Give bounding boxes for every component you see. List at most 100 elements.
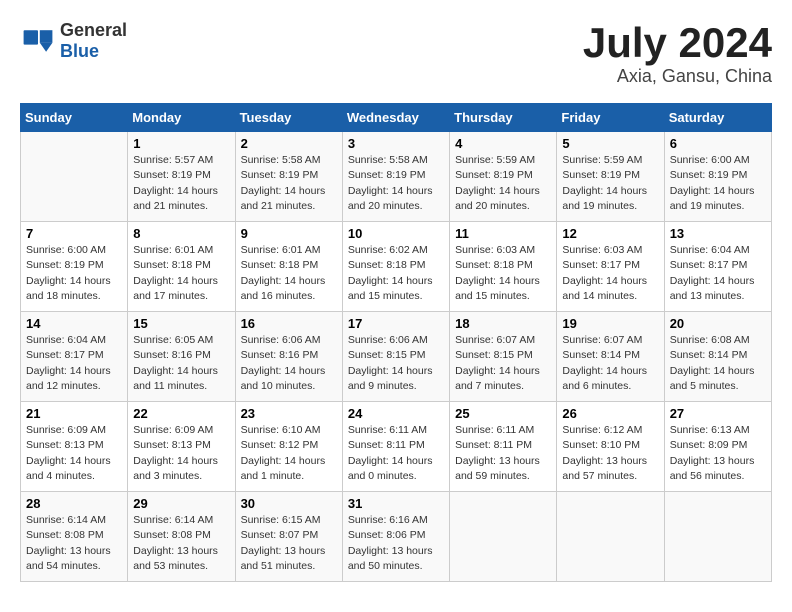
calendar-cell: 19 Sunrise: 6:07 AM Sunset: 8:14 PM Dayli… xyxy=(557,312,664,402)
day-number: 11 xyxy=(455,226,551,241)
day-number: 12 xyxy=(562,226,658,241)
logo: General Blue xyxy=(20,20,127,62)
calendar-cell xyxy=(450,492,557,582)
day-info: Sunrise: 5:59 AM Sunset: 8:19 PM Dayligh… xyxy=(562,153,658,214)
day-info: Sunrise: 6:10 AM Sunset: 8:12 PM Dayligh… xyxy=(241,423,337,484)
day-info: Sunrise: 5:57 AM Sunset: 8:19 PM Dayligh… xyxy=(133,153,229,214)
col-header-monday: Monday xyxy=(128,104,235,132)
calendar-cell: 27Sunrise: 6:13 AM Sunset: 8:09 PM Dayli… xyxy=(664,402,771,492)
day-number: 30 xyxy=(241,496,337,511)
calendar-cell: 10 Sunrise: 6:02 AM Sunset: 8:18 PM Dayli… xyxy=(342,222,449,312)
day-info: Sunrise: 6:06 AM Sunset: 8:16 PM Dayligh… xyxy=(241,333,337,394)
calendar-week-3: 14Sunrise: 6:04 AM Sunset: 8:17 PM Dayli… xyxy=(21,312,772,402)
calendar-table: SundayMondayTuesdayWednesdayThursdayFrid… xyxy=(20,103,772,582)
logo-text: General Blue xyxy=(60,20,127,62)
day-info: Sunrise: 6:07 AM Sunset: 8:15 PM Dayligh… xyxy=(455,333,551,394)
day-info: Sunrise: 6:01 AM Sunset: 8:18 PM Dayligh… xyxy=(133,243,229,304)
day-info: Sunrise: 6:11 AM Sunset: 8:11 PM Dayligh… xyxy=(455,423,551,484)
logo-icon xyxy=(20,23,56,59)
day-number: 29 xyxy=(133,496,229,511)
calendar-cell: 9Sunrise: 6:01 AM Sunset: 8:18 PM Daylig… xyxy=(235,222,342,312)
calendar-cell: 3 Sunrise: 5:58 AM Sunset: 8:19 PM Daylig… xyxy=(342,132,449,222)
day-info: Sunrise: 6:00 AM Sunset: 8:19 PM Dayligh… xyxy=(670,153,766,214)
calendar-cell: 7 Sunrise: 6:00 AM Sunset: 8:19 PM Daylig… xyxy=(21,222,128,312)
calendar-week-2: 7 Sunrise: 6:00 AM Sunset: 8:19 PM Daylig… xyxy=(21,222,772,312)
day-number: 31 xyxy=(348,496,444,511)
day-number: 9 xyxy=(241,226,337,241)
day-number: 7 xyxy=(26,226,122,241)
calendar-cell: 1 Sunrise: 5:57 AM Sunset: 8:19 PM Daylig… xyxy=(128,132,235,222)
calendar-cell xyxy=(557,492,664,582)
day-number: 22 xyxy=(133,406,229,421)
calendar-title: July 2024 xyxy=(583,20,772,66)
calendar-cell: 11 Sunrise: 6:03 AM Sunset: 8:18 PM Dayli… xyxy=(450,222,557,312)
day-info: Sunrise: 5:59 AM Sunset: 8:19 PM Dayligh… xyxy=(455,153,551,214)
day-number: 20 xyxy=(670,316,766,331)
logo-general-text: General xyxy=(60,20,127,41)
calendar-cell: 18 Sunrise: 6:07 AM Sunset: 8:15 PM Dayli… xyxy=(450,312,557,402)
col-header-thursday: Thursday xyxy=(450,104,557,132)
day-info: Sunrise: 6:12 AM Sunset: 8:10 PM Dayligh… xyxy=(562,423,658,484)
day-info: Sunrise: 5:58 AM Sunset: 8:19 PM Dayligh… xyxy=(348,153,444,214)
day-number: 18 xyxy=(455,316,551,331)
day-info: Sunrise: 6:00 AM Sunset: 8:19 PM Dayligh… xyxy=(26,243,122,304)
col-header-saturday: Saturday xyxy=(664,104,771,132)
day-info: Sunrise: 6:03 AM Sunset: 8:18 PM Dayligh… xyxy=(455,243,551,304)
day-number: 19 xyxy=(562,316,658,331)
logo-blue-text: Blue xyxy=(60,41,127,62)
calendar-cell: 5 Sunrise: 5:59 AM Sunset: 8:19 PM Daylig… xyxy=(557,132,664,222)
day-number: 16 xyxy=(241,316,337,331)
day-info: Sunrise: 6:02 AM Sunset: 8:18 PM Dayligh… xyxy=(348,243,444,304)
day-number: 17 xyxy=(348,316,444,331)
col-header-sunday: Sunday xyxy=(21,104,128,132)
day-number: 10 xyxy=(348,226,444,241)
header: General Blue July 2024 Axia, Gansu, Chin… xyxy=(20,20,772,87)
calendar-cell: 29 Sunrise: 6:14 AM Sunset: 8:08 PM Dayli… xyxy=(128,492,235,582)
day-info: Sunrise: 6:08 AM Sunset: 8:14 PM Dayligh… xyxy=(670,333,766,394)
day-number: 28 xyxy=(26,496,122,511)
calendar-week-1: 1 Sunrise: 5:57 AM Sunset: 8:19 PM Daylig… xyxy=(21,132,772,222)
day-info: Sunrise: 6:09 AM Sunset: 8:13 PM Dayligh… xyxy=(26,423,122,484)
calendar-cell: 26Sunrise: 6:12 AM Sunset: 8:10 PM Dayli… xyxy=(557,402,664,492)
calendar-cell: 28Sunrise: 6:14 AM Sunset: 8:08 PM Dayli… xyxy=(21,492,128,582)
day-info: Sunrise: 6:15 AM Sunset: 8:07 PM Dayligh… xyxy=(241,513,337,574)
day-number: 15 xyxy=(133,316,229,331)
day-number: 27 xyxy=(670,406,766,421)
day-number: 5 xyxy=(562,136,658,151)
day-number: 3 xyxy=(348,136,444,151)
calendar-cell: 21 Sunrise: 6:09 AM Sunset: 8:13 PM Dayli… xyxy=(21,402,128,492)
calendar-cell: 16 Sunrise: 6:06 AM Sunset: 8:16 PM Dayli… xyxy=(235,312,342,402)
calendar-cell: 15 Sunrise: 6:05 AM Sunset: 8:16 PM Dayli… xyxy=(128,312,235,402)
calendar-cell: 8 Sunrise: 6:01 AM Sunset: 8:18 PM Daylig… xyxy=(128,222,235,312)
calendar-cell: 25 Sunrise: 6:11 AM Sunset: 8:11 PM Dayli… xyxy=(450,402,557,492)
day-number: 1 xyxy=(133,136,229,151)
col-header-tuesday: Tuesday xyxy=(235,104,342,132)
calendar-header-row: SundayMondayTuesdayWednesdayThursdayFrid… xyxy=(21,104,772,132)
day-info: Sunrise: 6:11 AM Sunset: 8:11 PM Dayligh… xyxy=(348,423,444,484)
day-number: 13 xyxy=(670,226,766,241)
day-number: 2 xyxy=(241,136,337,151)
day-info: Sunrise: 6:05 AM Sunset: 8:16 PM Dayligh… xyxy=(133,333,229,394)
day-info: Sunrise: 6:04 AM Sunset: 8:17 PM Dayligh… xyxy=(26,333,122,394)
calendar-cell: 20 Sunrise: 6:08 AM Sunset: 8:14 PM Dayli… xyxy=(664,312,771,402)
day-info: Sunrise: 6:07 AM Sunset: 8:14 PM Dayligh… xyxy=(562,333,658,394)
day-info: Sunrise: 6:16 AM Sunset: 8:06 PM Dayligh… xyxy=(348,513,444,574)
calendar-cell: 13Sunrise: 6:04 AM Sunset: 8:17 PM Dayli… xyxy=(664,222,771,312)
day-number: 23 xyxy=(241,406,337,421)
col-header-wednesday: Wednesday xyxy=(342,104,449,132)
title-area: July 2024 Axia, Gansu, China xyxy=(583,20,772,87)
calendar-cell: 12Sunrise: 6:03 AM Sunset: 8:17 PM Dayli… xyxy=(557,222,664,312)
day-number: 8 xyxy=(133,226,229,241)
day-number: 25 xyxy=(455,406,551,421)
calendar-cell xyxy=(664,492,771,582)
calendar-cell: 23 Sunrise: 6:10 AM Sunset: 8:12 PM Dayli… xyxy=(235,402,342,492)
col-header-friday: Friday xyxy=(557,104,664,132)
day-info: Sunrise: 6:14 AM Sunset: 8:08 PM Dayligh… xyxy=(133,513,229,574)
day-info: Sunrise: 6:06 AM Sunset: 8:15 PM Dayligh… xyxy=(348,333,444,394)
calendar-cell: 14Sunrise: 6:04 AM Sunset: 8:17 PM Dayli… xyxy=(21,312,128,402)
day-number: 4 xyxy=(455,136,551,151)
calendar-cell: 17 Sunrise: 6:06 AM Sunset: 8:15 PM Dayli… xyxy=(342,312,449,402)
day-number: 21 xyxy=(26,406,122,421)
day-number: 24 xyxy=(348,406,444,421)
calendar-cell: 30 Sunrise: 6:15 AM Sunset: 8:07 PM Dayli… xyxy=(235,492,342,582)
